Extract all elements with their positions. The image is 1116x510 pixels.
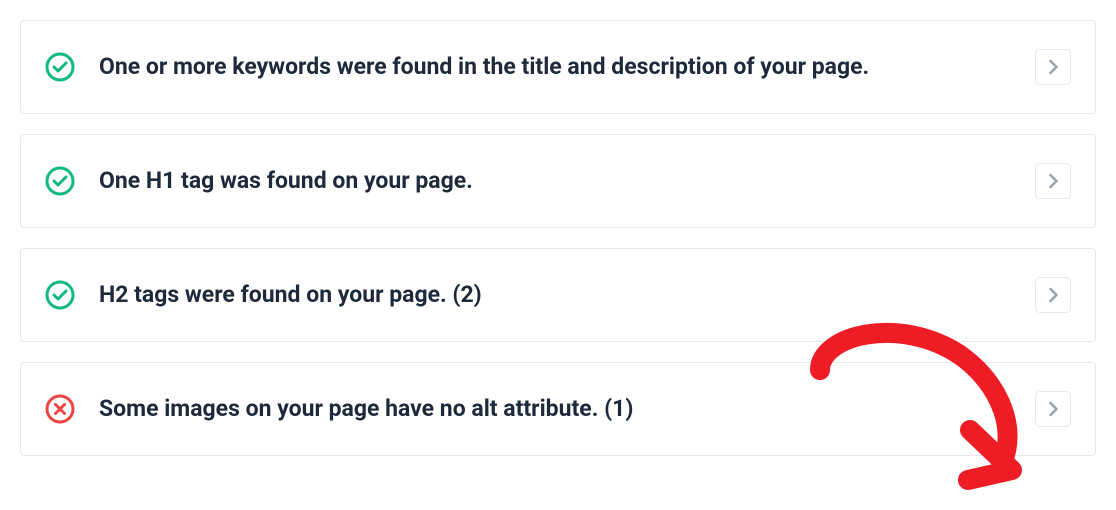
check-circle-icon [45, 52, 75, 82]
expand-button[interactable] [1035, 49, 1071, 85]
chevron-right-icon [1049, 59, 1058, 75]
seo-check-item[interactable]: One H1 tag was found on your page. [20, 134, 1096, 228]
seo-check-item[interactable]: H2 tags were found on your page. (2) [20, 248, 1096, 342]
seo-check-list: One or more keywords were found in the t… [20, 20, 1096, 456]
check-circle-icon [45, 166, 75, 196]
check-circle-icon [45, 280, 75, 310]
x-circle-icon [45, 394, 75, 424]
chevron-right-icon [1049, 287, 1058, 303]
seo-check-text: Some images on your page have no alt att… [99, 394, 1011, 424]
expand-button[interactable] [1035, 163, 1071, 199]
seo-check-text: One H1 tag was found on your page. [99, 166, 1011, 196]
chevron-right-icon [1049, 173, 1058, 189]
seo-check-text: H2 tags were found on your page. (2) [99, 280, 1011, 310]
chevron-right-icon [1049, 401, 1058, 417]
expand-button[interactable] [1035, 391, 1071, 427]
seo-check-item[interactable]: One or more keywords were found in the t… [20, 20, 1096, 114]
seo-check-item[interactable]: Some images on your page have no alt att… [20, 362, 1096, 456]
seo-check-text: One or more keywords were found in the t… [99, 52, 1011, 82]
expand-button[interactable] [1035, 277, 1071, 313]
